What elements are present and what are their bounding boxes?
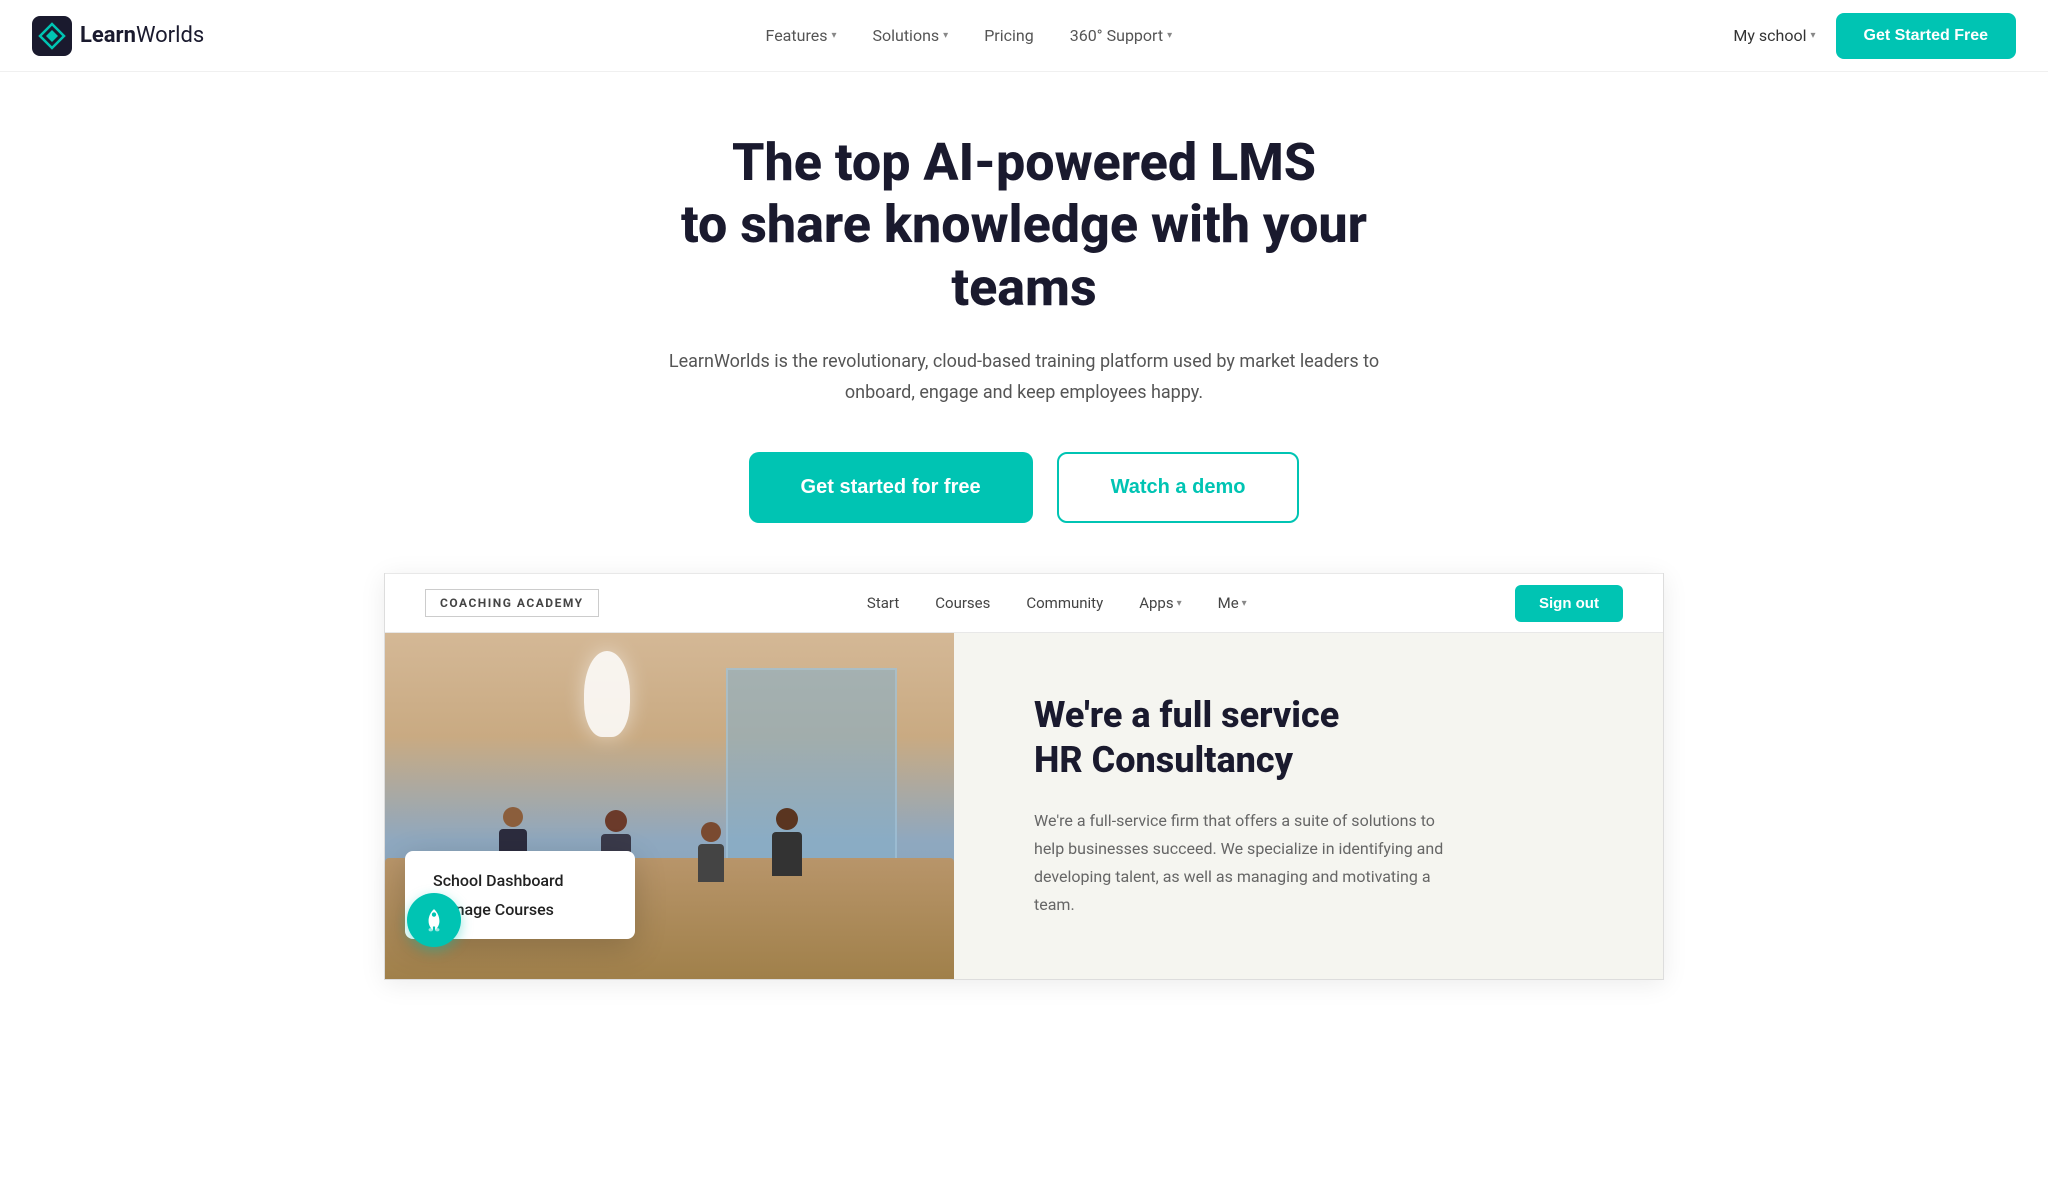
chevron-down-icon: ▾ — [943, 30, 948, 41]
inner-nav-courses[interactable]: Courses — [935, 594, 990, 612]
hero-buttons: Get started for free Watch a demo — [40, 452, 2008, 523]
get-started-free-button[interactable]: Get Started Free — [1836, 13, 2016, 59]
hero-description: LearnWorlds is the revolutionary, cloud-… — [644, 347, 1404, 408]
main-navbar: LearnWorlds Features ▾ Solutions ▾ Prici… — [0, 0, 2048, 72]
chevron-down-icon: ▾ — [1242, 598, 1247, 609]
hero-section: The top AI-powered LMS to share knowledg… — [0, 72, 2048, 573]
content-area: School Dashboard Manage Courses We're a … — [385, 633, 1663, 979]
brand-logo[interactable]: LearnWorlds — [32, 16, 204, 56]
chevron-down-icon: ▾ — [1177, 598, 1182, 609]
nav-features[interactable]: Features ▾ — [766, 26, 837, 45]
inner-nav-apps[interactable]: Apps ▾ — [1139, 594, 1181, 612]
inner-nav-community[interactable]: Community — [1026, 594, 1103, 612]
hero-headline: The top AI-powered LMS to share knowledg… — [624, 132, 1424, 319]
hero-cta-secondary[interactable]: Watch a demo — [1057, 452, 1300, 523]
consultancy-heading: We're a full service HR Consultancy — [1034, 693, 1603, 783]
rocket-icon — [421, 907, 447, 933]
nav-solutions[interactable]: Solutions ▾ — [872, 26, 948, 45]
demo-frame: COACHING ACADEMY Start Courses Community… — [384, 573, 1664, 980]
coaching-academy-logo: COACHING ACADEMY — [425, 589, 599, 617]
nav-pricing[interactable]: Pricing — [984, 26, 1034, 45]
chevron-down-icon: ▾ — [831, 30, 836, 41]
navbar-right: My school ▾ Get Started Free — [1733, 13, 2016, 59]
rocket-circle — [407, 893, 461, 947]
brand-name: LearnWorlds — [80, 23, 204, 48]
dashboard-popup-item1: School Dashboard — [433, 871, 607, 890]
sign-out-button[interactable]: Sign out — [1515, 585, 1623, 622]
inner-navbar: COACHING ACADEMY Start Courses Community… — [385, 573, 1663, 633]
nav-support[interactable]: 360° Support ▾ — [1070, 26, 1172, 45]
hero-cta-primary[interactable]: Get started for free — [749, 452, 1033, 523]
office-image-side: School Dashboard Manage Courses — [385, 633, 954, 979]
text-side: We're a full service HR Consultancy We'r… — [954, 633, 1663, 979]
logo-icon — [32, 16, 72, 56]
inner-nav-links: Start Courses Community Apps ▾ Me ▾ — [867, 594, 1247, 612]
chevron-down-icon: ▾ — [1167, 30, 1172, 41]
consultancy-description: We're a full-service firm that offers a … — [1034, 807, 1454, 919]
inner-nav-start[interactable]: Start — [867, 594, 899, 612]
chevron-down-icon: ▾ — [1810, 30, 1815, 41]
inner-nav-me[interactable]: Me ▾ — [1218, 594, 1247, 612]
my-school-button[interactable]: My school ▾ — [1733, 26, 1815, 45]
nav-links: Features ▾ Solutions ▾ Pricing 360° Supp… — [766, 26, 1173, 45]
